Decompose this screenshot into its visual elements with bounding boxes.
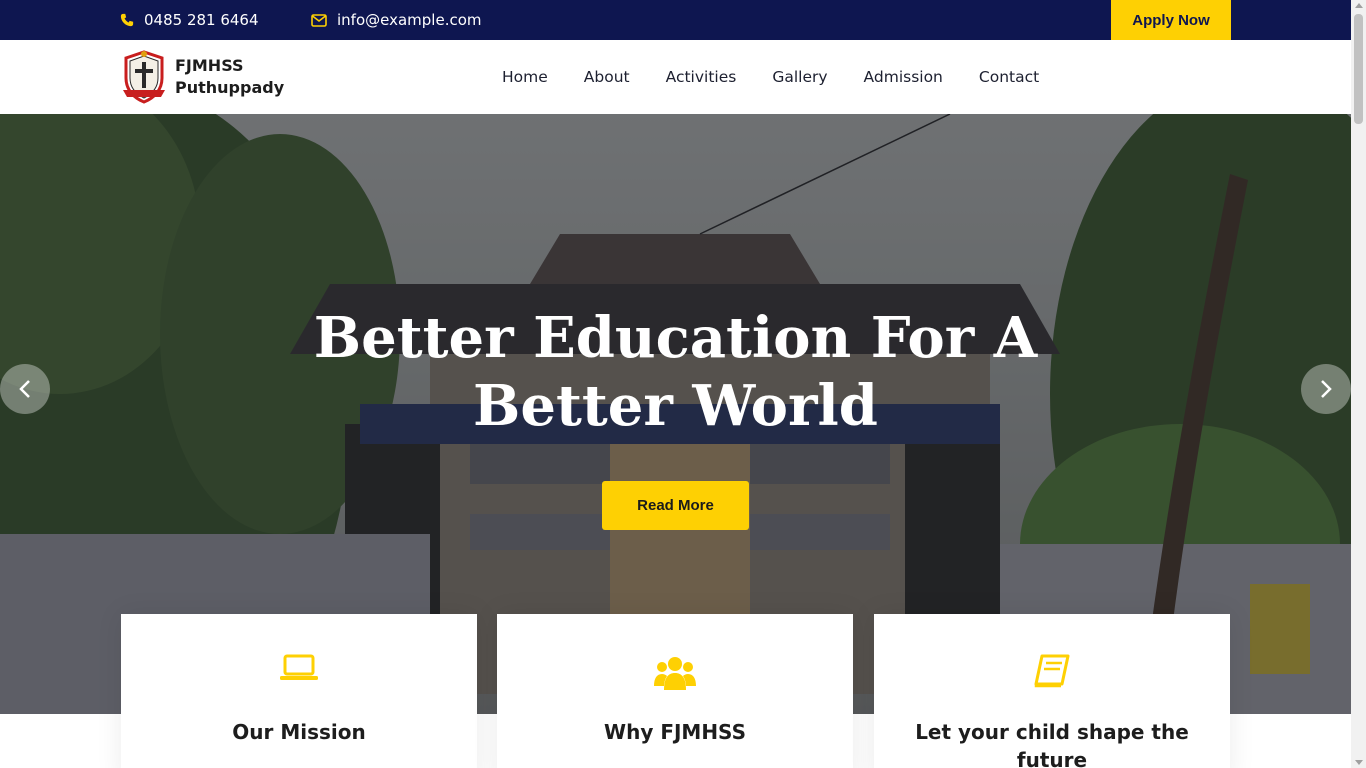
main-navbar: FJMHSS Puthuppady Home About Activities … bbox=[0, 40, 1351, 114]
nav-contact[interactable]: Contact bbox=[979, 68, 1039, 86]
hero-title: Better Education For A Better World bbox=[0, 304, 1351, 440]
nav-admission[interactable]: Admission bbox=[864, 68, 943, 86]
card-icon-wrapper bbox=[497, 654, 853, 692]
feature-card-mission[interactable]: Our Mission bbox=[121, 614, 477, 768]
laptop-icon bbox=[280, 654, 318, 680]
email-address: info@example.com bbox=[337, 11, 482, 29]
card-icon-wrapper bbox=[121, 654, 477, 682]
phone-number: 0485 281 6464 bbox=[144, 11, 259, 29]
feature-card-why[interactable]: Why FJMHSS bbox=[497, 614, 853, 768]
nav-home[interactable]: Home bbox=[502, 68, 548, 86]
primary-nav: Home About Activities Gallery Admission … bbox=[502, 40, 1075, 114]
card-icon-wrapper bbox=[874, 654, 1230, 688]
feature-card-future[interactable]: Let your child shape the future bbox=[874, 614, 1230, 768]
users-icon bbox=[654, 657, 696, 690]
school-crest-icon bbox=[123, 50, 165, 104]
nav-about[interactable]: About bbox=[584, 68, 630, 86]
envelope-icon bbox=[311, 13, 327, 27]
scroll-up-arrow[interactable] bbox=[1355, 3, 1363, 8]
hero-title-line2: Better World bbox=[473, 373, 878, 439]
site-name: FJMHSS Puthuppady bbox=[175, 55, 284, 99]
site-logo[interactable]: FJMHSS Puthuppady bbox=[121, 50, 284, 104]
top-bar: 0485 281 6464 info@example.com Apply Now bbox=[0, 0, 1351, 40]
hero-title-line1: Better Education For A bbox=[313, 305, 1038, 371]
page-scrollbar[interactable] bbox=[1351, 0, 1366, 768]
feature-title: Let your child shape the future bbox=[915, 720, 1189, 768]
phone-icon bbox=[120, 13, 134, 27]
chevron-right-icon bbox=[1321, 380, 1332, 398]
feature-title: Why FJMHSS bbox=[604, 720, 746, 744]
scroll-down-arrow[interactable] bbox=[1355, 760, 1363, 765]
site-name-line2: Puthuppady bbox=[175, 78, 285, 97]
carousel-next-button[interactable] bbox=[1301, 364, 1351, 414]
nav-gallery[interactable]: Gallery bbox=[772, 68, 827, 86]
chevron-left-icon bbox=[19, 380, 30, 398]
book-icon bbox=[1034, 654, 1070, 688]
email-contact[interactable]: info@example.com bbox=[311, 0, 482, 40]
scrollbar-thumb[interactable] bbox=[1354, 14, 1363, 124]
site-name-line1: FJMHSS bbox=[175, 56, 244, 75]
read-more-button[interactable]: Read More bbox=[602, 481, 749, 530]
phone-contact[interactable]: 0485 281 6464 bbox=[120, 0, 259, 40]
apply-now-button[interactable]: Apply Now bbox=[1111, 0, 1231, 40]
nav-activities[interactable]: Activities bbox=[666, 68, 737, 86]
carousel-prev-button[interactable] bbox=[0, 364, 50, 414]
feature-title: Our Mission bbox=[232, 720, 366, 744]
